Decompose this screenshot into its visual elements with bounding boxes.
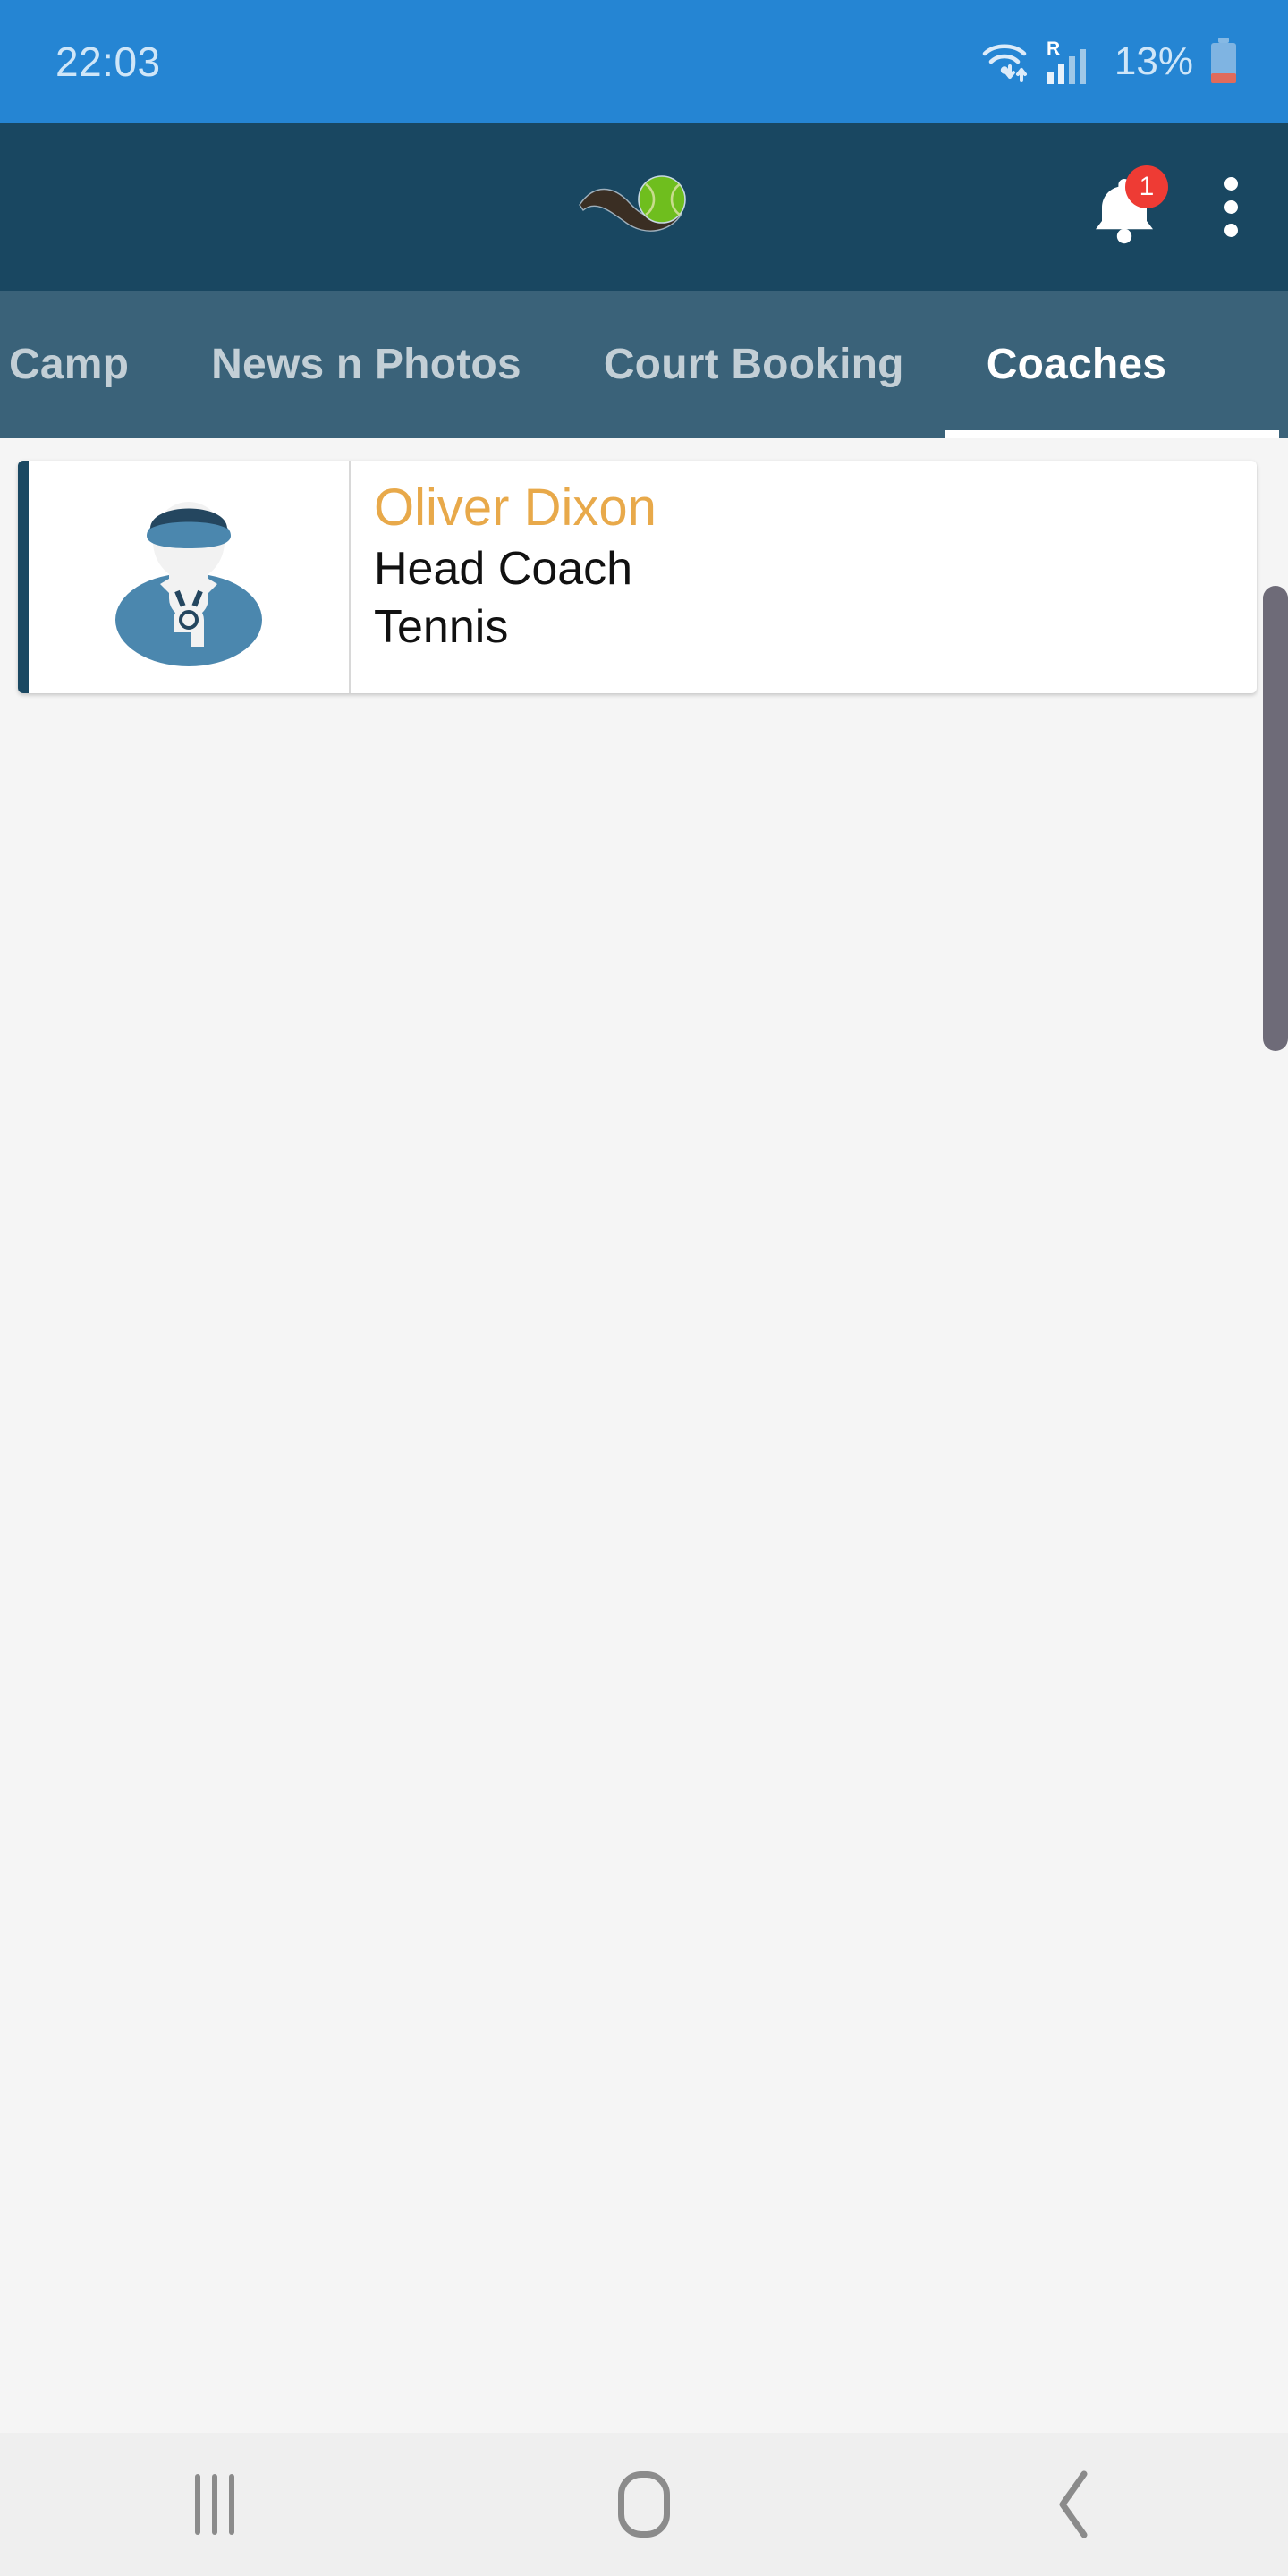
notification-bell-button[interactable]: 1 — [1084, 165, 1168, 248]
coach-avatar-icon — [115, 501, 262, 666]
home-icon — [618, 2471, 670, 2538]
menu-dot-icon — [1224, 224, 1238, 237]
wifi-icon — [982, 44, 1027, 82]
status-clock: 22:03 — [55, 38, 161, 85]
recents-button[interactable] — [0, 2433, 429, 2576]
tab-coaches[interactable]: Coaches — [945, 291, 1279, 438]
content-scrollbar[interactable] — [1263, 586, 1288, 1051]
battery-percentage: 13% — [1114, 39, 1193, 83]
menu-dot-icon — [1224, 200, 1238, 214]
svg-text:R: R — [1046, 38, 1060, 59]
header-actions: 1 — [1084, 165, 1261, 248]
overflow-menu-button[interactable] — [1206, 167, 1256, 248]
recents-icon — [195, 2474, 234, 2535]
system-navigation-bar — [0, 2433, 1288, 2576]
menu-dot-icon — [1224, 177, 1238, 191]
app-header: 1 — [0, 123, 1288, 291]
back-button[interactable] — [859, 2433, 1288, 2576]
tennis-club-logo — [579, 174, 686, 232]
status-bar: 22:03 R 13% — [0, 0, 1288, 123]
coach-sport: Tennis — [374, 601, 509, 654]
coach-card[interactable]: Oliver Dixon Head Coach Tennis — [18, 461, 1257, 693]
coach-name: Oliver Dixon — [374, 479, 657, 537]
phone-screen: 22:03 R 13% 1 Camp News n Photos Court B… — [0, 0, 1288, 2576]
battery-low-icon — [1211, 38, 1236, 83]
signal-roaming-icon: R — [1046, 38, 1086, 84]
home-button[interactable] — [429, 2433, 859, 2576]
coach-info: Oliver Dixon Head Coach Tennis — [351, 461, 1257, 693]
back-chevron-icon — [1059, 2470, 1088, 2538]
status-indicators: R 13% — [979, 37, 1240, 87]
tab-court-booking[interactable]: Court Booking — [563, 291, 945, 438]
coach-role: Head Coach — [374, 542, 633, 595]
tab-camp[interactable]: Camp — [0, 291, 170, 438]
coaches-list: Oliver Dixon Head Coach Tennis — [0, 438, 1288, 2433]
coach-avatar-cell — [29, 461, 351, 693]
notification-badge: 1 — [1125, 165, 1168, 208]
card-accent-bar — [18, 461, 29, 693]
tab-strip[interactable]: Camp News n Photos Court Booking Coaches — [0, 291, 1288, 438]
tab-news-n-photos[interactable]: News n Photos — [170, 291, 563, 438]
